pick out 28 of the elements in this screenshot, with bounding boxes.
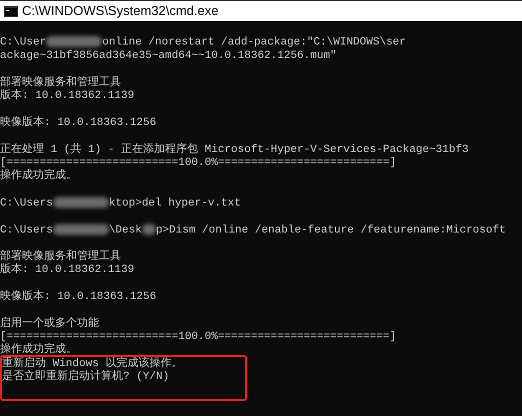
console-line: [==========================100.0%==========================] bbox=[0, 156, 396, 169]
redaction-blur bbox=[52, 197, 109, 208]
console-text: online /norestart /add-package:"C:\WINDOWS\ser bbox=[102, 36, 406, 49]
console-line: 是否立即重新启动计算机? (Y/N) bbox=[2, 371, 170, 384]
redaction-blur bbox=[142, 224, 156, 235]
console-text: C:\Users bbox=[0, 197, 53, 210]
console-line: 映像版本: 10.0.18363.1256 bbox=[0, 116, 156, 129]
console-text: C:\Users bbox=[0, 224, 53, 236]
console-line: [==========================100.0%==========================] bbox=[0, 330, 396, 343]
console-text: C:\User bbox=[0, 36, 46, 49]
window-title: C:\WINDOWS\System32\cmd.exe bbox=[22, 2, 218, 20]
console-line: 操作成功完成。 bbox=[0, 344, 77, 356]
console-line: 部署映像服务和管理工具 bbox=[0, 250, 121, 263]
console-line: 启用一个或多个功能 bbox=[0, 318, 99, 330]
console-line: 部署映像服务和管理工具 bbox=[0, 76, 121, 89]
redaction-blur bbox=[52, 224, 109, 235]
console-line: 映像版本: 10.0.18363.1256 bbox=[0, 290, 156, 303]
console-line: 正在处理 1 (共 1) - 正在添加程序包 Microsoft-Hyper-V-Services-Package~31bf3 bbox=[0, 144, 469, 156]
console-line: ackage~31bf3856ad364e35~amd64~~10.0.18362.1256.mum" bbox=[0, 50, 337, 62]
console-text: p>Dism /online /enable-feature /featurename:Microsoft bbox=[156, 224, 506, 236]
console-line: 操作成功完成。 bbox=[0, 170, 77, 182]
console-text: \Desk bbox=[108, 224, 142, 236]
redaction-blur bbox=[46, 36, 102, 48]
console-line: 重新启动 Windows 以完成该操作。 bbox=[2, 358, 182, 370]
console-icon bbox=[4, 6, 18, 16]
console-line: 版本: 10.0.18362.1139 bbox=[0, 90, 134, 102]
console-line: 版本: 10.0.18362.1139 bbox=[0, 264, 134, 276]
console-text: ktop>del hyper-v.txt bbox=[108, 197, 241, 210]
